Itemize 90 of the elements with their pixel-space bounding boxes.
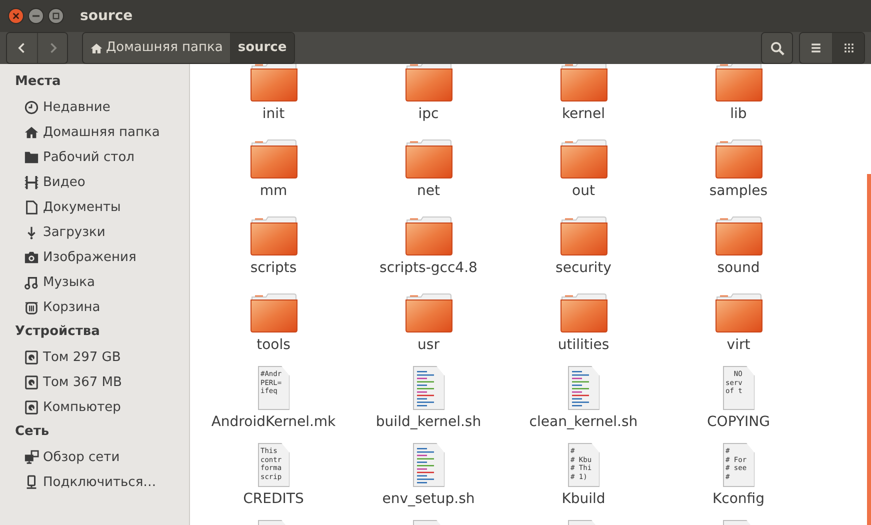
- file-name[interactable]: ipc: [418, 105, 439, 123]
- grid-icon: [844, 44, 853, 52]
- file-name[interactable]: Kconfig: [712, 490, 765, 508]
- folder-icon: [560, 291, 608, 333]
- folder-icon: [560, 137, 608, 179]
- music-icon: [24, 275, 39, 290]
- folder-icon: [250, 64, 298, 102]
- close-icon: [12, 12, 20, 20]
- home-icon: [24, 125, 39, 140]
- file-name[interactable]: AndroidKernel.mk: [211, 413, 336, 431]
- camera-icon: [24, 250, 39, 265]
- clock-icon: [24, 100, 39, 115]
- drive-icon: [24, 350, 39, 365]
- folder-icon: [404, 291, 452, 333]
- sidebar-item[interactable]: Домашняя папка: [0, 120, 189, 145]
- file-name[interactable]: utilities: [558, 336, 610, 354]
- sidebar-item[interactable]: Музыка: [0, 270, 189, 295]
- file-name[interactable]: init: [262, 105, 285, 123]
- chevron-left-icon: [18, 43, 24, 53]
- back-button[interactable]: [7, 33, 37, 63]
- sidebar-item[interactable]: Видео: [0, 170, 189, 195]
- sidebar-item[interactable]: Изображения: [0, 245, 189, 270]
- folder-icon: [250, 291, 298, 333]
- sidebar-item[interactable]: Том 367 MB: [0, 370, 189, 395]
- folder-icon: [250, 137, 298, 179]
- file-name[interactable]: clean_kernel.sh: [529, 413, 638, 431]
- sidebar-item[interactable]: Том 297 GB: [0, 345, 189, 370]
- minimize-icon: [32, 15, 40, 17]
- folder-icon: [24, 150, 39, 165]
- home-icon: [90, 42, 103, 54]
- sidebar-item[interactable]: Обзор сети: [0, 445, 189, 470]
- sidebar-item[interactable]: Документы: [0, 195, 189, 220]
- sidebar-heading: Сеть: [14, 423, 50, 441]
- document-icon: [24, 200, 39, 215]
- file-name[interactable]: lib: [730, 105, 747, 123]
- breadcrumb-button[interactable]: Домашняя папка: [83, 33, 230, 63]
- sidebar-heading: Места: [14, 73, 62, 91]
- file-name[interactable]: scripts-gcc4.8: [380, 259, 478, 277]
- search-icon: [770, 40, 784, 56]
- file-name[interactable]: kernel: [562, 105, 606, 123]
- search-button[interactable]: [762, 33, 792, 63]
- file-name[interactable]: net: [417, 182, 440, 200]
- film-icon: [24, 175, 39, 190]
- file-name[interactable]: security: [556, 259, 612, 277]
- computer-icon: [24, 475, 39, 490]
- folder-icon: [714, 214, 762, 256]
- sidebar-item[interactable]: Загрузки: [0, 220, 189, 245]
- file-name[interactable]: env_setup.sh: [382, 490, 475, 508]
- list-view-button[interactable]: [800, 33, 832, 63]
- file-name[interactable]: out: [572, 182, 595, 200]
- folder-icon: [250, 214, 298, 256]
- sidebar-item[interactable]: Недавние: [0, 95, 189, 120]
- file-name[interactable]: CREDITS: [243, 490, 304, 508]
- folder-icon: [404, 137, 452, 179]
- folder-icon: [560, 64, 608, 102]
- sidebar-item[interactable]: Корзина: [0, 295, 189, 320]
- drive-icon: [24, 375, 39, 390]
- file-name[interactable]: sound: [717, 259, 760, 277]
- folder-icon: [404, 64, 452, 102]
- sidebar-item[interactable]: Рабочий стол: [0, 145, 189, 170]
- folder-icon: [560, 214, 608, 256]
- file-name[interactable]: tools: [256, 336, 290, 354]
- file-name[interactable]: samples: [709, 182, 768, 200]
- maximize-button[interactable]: [48, 8, 64, 24]
- list-icon: [810, 44, 822, 52]
- folder-icon: [714, 64, 762, 102]
- network-icon: [24, 450, 39, 465]
- trash-icon: [24, 300, 39, 315]
- file-name[interactable]: build_kernel.sh: [376, 413, 482, 431]
- sidebar-item[interactable]: Компьютер: [0, 395, 189, 420]
- sidebar-item[interactable]: Подключиться…: [0, 470, 189, 495]
- maximize-icon: [52, 12, 60, 20]
- file-name[interactable]: mm: [260, 182, 288, 200]
- grid-view-button[interactable]: [832, 33, 864, 63]
- file-name[interactable]: Kbuild: [562, 490, 606, 508]
- file-name[interactable]: virt: [726, 336, 750, 354]
- scrollbar-thumb[interactable]: [867, 174, 871, 525]
- folder-icon: [404, 214, 452, 256]
- file-name[interactable]: scripts: [250, 259, 297, 277]
- chevron-right-icon: [50, 43, 56, 53]
- minimize-button[interactable]: [28, 8, 44, 24]
- breadcrumb-button[interactable]: source: [230, 33, 294, 63]
- sidebar-heading: Устройства: [14, 323, 101, 341]
- folder-icon: [714, 137, 762, 179]
- file-name[interactable]: usr: [418, 336, 440, 354]
- window-title: source: [80, 6, 133, 26]
- close-button[interactable]: [8, 8, 24, 24]
- drive-icon: [24, 400, 39, 415]
- file-name[interactable]: COPYING: [707, 413, 770, 431]
- folder-icon: [714, 291, 762, 333]
